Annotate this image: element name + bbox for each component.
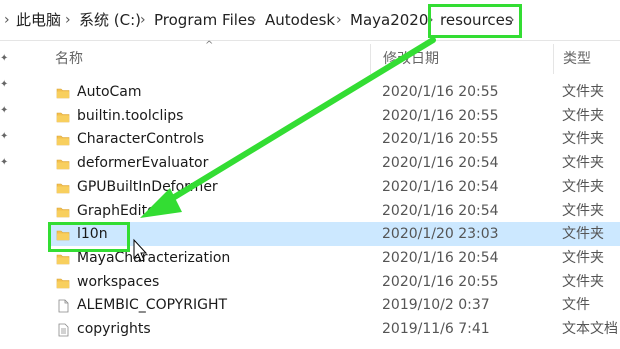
file-date: 2020/1/16 20:55 [382,84,499,100]
chevron-right-icon[interactable]: › [336,10,342,30]
file-name: GraphEditor [77,202,162,219]
folder-icon [56,132,70,146]
file-type: 文本文档 [562,321,618,337]
file-name: copyrights [77,321,151,337]
text-file-icon [56,322,70,337]
column-header-name[interactable]: 名称 [55,48,83,68]
file-name: builtin.toolclips [77,107,184,124]
column-header-type[interactable]: 类型 [563,48,591,68]
highlight-box-resources [428,4,522,38]
file-date: 2020/1/16 20:55 [382,107,499,124]
breadcrumb-item-system-c[interactable]: 系统 (C:) [79,10,141,30]
pin-icon[interactable]: ✦ [0,53,8,64]
chevron-right-icon[interactable]: › [65,10,71,30]
file-row[interactable]: GraphEditor 2020/1/16 20:54 文件夹 [50,199,620,223]
file-type: 文件夹 [562,84,604,100]
breadcrumb-item-program-files[interactable]: Program Files [154,10,255,30]
file-name: GPUBuiltInDeformer [77,178,218,195]
pin-icon[interactable]: ✦ [0,79,8,90]
file-row[interactable]: ALEMBIC_COPYRIGHT 2019/10/2 0:37 文件 [50,293,620,317]
column-divider[interactable] [553,44,554,74]
file-date: 2020/1/20 23:03 [382,226,499,243]
file-type: 文件夹 [562,178,604,195]
folder-icon [56,180,70,194]
file-type: 文件 [562,297,590,314]
folder-icon [56,156,70,170]
file-name: deformerEvaluator [77,155,209,172]
file-row[interactable]: l10n 2020/1/20 23:03 文件夹 [50,222,620,247]
file-date: 2020/1/16 20:54 [382,155,499,172]
column-header-date[interactable]: 修改日期 [383,48,439,68]
file-type: 文件夹 [562,226,604,243]
file-type: 文件夹 [562,273,604,290]
file-row[interactable]: deformerEvaluator 2020/1/16 20:54 文件夹 [50,151,620,175]
file-icon [56,298,70,313]
file-date: 2020/1/16 20:55 [382,131,499,148]
file-name: ALEMBIC_COPYRIGHT [77,297,228,314]
file-row[interactable]: workspaces 2020/1/16 20:55 文件夹 [50,270,620,294]
file-name: workspaces [77,273,160,290]
chevron-right-icon[interactable]: › [4,10,10,30]
folder-icon [56,85,70,99]
file-type: 文件夹 [562,155,604,172]
chevron-right-icon[interactable]: › [251,10,257,30]
breadcrumb-item-autodesk[interactable]: Autodesk [265,10,335,30]
folder-icon [56,204,70,218]
file-date: 2020/1/16 20:54 [382,178,499,195]
column-divider[interactable] [370,44,371,74]
file-type: 文件夹 [562,131,604,148]
folder-icon [56,109,70,123]
file-row[interactable]: CharacterControls 2020/1/16 20:55 文件夹 [50,127,620,151]
file-name: CharacterControls [77,131,205,148]
pin-icon[interactable]: ✦ [0,105,8,116]
file-row[interactable]: MayaCharacterization 2020/1/16 20:54 文件夹 [50,246,620,270]
breadcrumb-item-maya2020[interactable]: Maya2020 [350,10,428,30]
file-date: 2019/11/6 7:41 [382,321,490,337]
pin-icon[interactable]: ✦ [0,157,8,168]
folder-icon [56,251,70,265]
navigation-pane[interactable]: ✦ ✦ ✦ ✦ ✦ [0,41,14,349]
file-date: 2020/1/16 20:54 [382,202,499,219]
file-row[interactable]: GPUBuiltInDeformer 2020/1/16 20:54 文件夹 [50,175,620,199]
file-date: 2019/10/2 0:37 [382,297,490,314]
file-date: 2020/1/16 20:55 [382,273,499,290]
file-date: 2020/1/16 20:54 [382,249,499,266]
file-row[interactable]: builtin.toolclips 2020/1/16 20:55 文件夹 [50,104,620,128]
file-type: 文件夹 [562,249,604,266]
breadcrumb-item-this-pc[interactable]: 此电脑 [16,10,61,30]
folder-icon [56,275,70,289]
highlight-box-l10n [48,222,130,252]
file-type: 文件夹 [562,107,604,124]
file-row[interactable]: copyrights 2019/11/6 7:41 文本文档 [50,317,620,341]
file-name: AutoCam [77,84,142,100]
file-type: 文件夹 [562,202,604,219]
file-row[interactable]: AutoCam 2020/1/16 20:55 文件夹 [50,80,620,104]
chevron-right-icon[interactable]: › [140,10,146,30]
address-bar[interactable]: › 此电脑 › 系统 (C:) › Program Files › Autode… [0,0,620,41]
sort-ascending-icon: ^ [205,40,214,51]
pin-icon[interactable]: ✦ [0,131,8,142]
